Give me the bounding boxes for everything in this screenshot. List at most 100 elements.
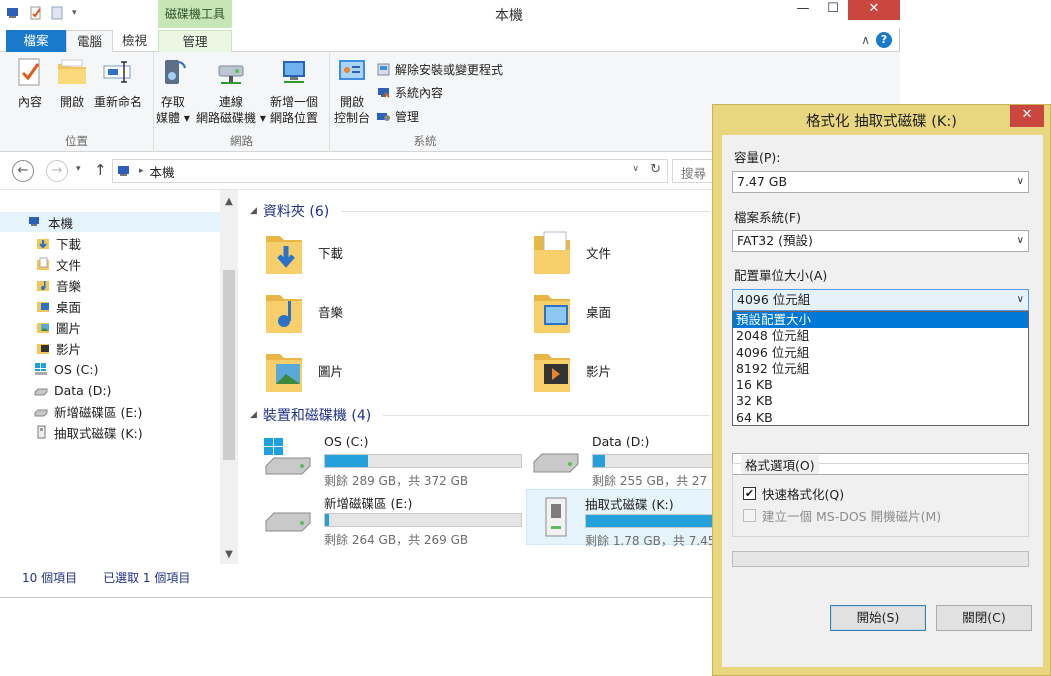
folder-videos[interactable]: 影片: [532, 346, 611, 394]
manage-icon: [377, 113, 390, 121]
dropdown-option[interactable]: 16 KB: [733, 377, 1028, 393]
drives-section-header[interactable]: ◢ 裝置和磁碟機 (4): [250, 405, 710, 425]
collapse-ribbon-icon[interactable]: ∧: [861, 33, 870, 47]
computer-icon[interactable]: [6, 6, 22, 20]
tab-manage[interactable]: 管理: [158, 30, 232, 53]
dropdown-option[interactable]: 32 KB: [733, 393, 1028, 409]
videos-folder-icon: [534, 354, 570, 392]
collapse-icon[interactable]: ◢: [250, 206, 257, 216]
media-server-icon: [164, 60, 186, 84]
dropdown-option[interactable]: 64 KB: [733, 410, 1028, 426]
folder-label: 影片: [586, 363, 612, 379]
capacity-select[interactable]: 7.47 GB ∨: [732, 171, 1029, 193]
refresh-icon[interactable]: ↻: [650, 162, 661, 177]
allocation-size-select[interactable]: 4096 位元組 ∨: [732, 289, 1029, 311]
nav-item-videos[interactable]: 影片: [36, 338, 81, 358]
tab-file[interactable]: 檔案: [6, 30, 66, 52]
start-button[interactable]: 開始(S): [830, 605, 926, 631]
manage-button[interactable]: 管理: [376, 108, 419, 125]
maximize-button[interactable]: ☐: [818, 0, 848, 20]
scroll-down-icon[interactable]: ▼: [220, 549, 238, 560]
nav-item-data-d[interactable]: Data (D:): [34, 380, 111, 400]
drive-usage-fill: [586, 515, 712, 527]
dialog-close-action-button[interactable]: 關閉(C): [936, 605, 1032, 631]
folder-documents[interactable]: 文件: [532, 228, 611, 276]
rename-button[interactable]: 重新命名: [94, 56, 142, 110]
nav-item-os-c[interactable]: OS (C:): [34, 359, 98, 379]
drive-volume-e[interactable]: 新增磁碟區 (E:) 剩餘 264 GB，共 269 GB: [248, 489, 522, 547]
access-media-button[interactable]: 存取 媒體 ▾: [156, 56, 190, 126]
address-bar[interactable]: ▸ 本機 ∨ ↻: [112, 159, 668, 183]
drive-usage-fill: [593, 455, 605, 467]
system-properties-button[interactable]: 系統內容: [376, 84, 443, 101]
tab-computer[interactable]: 電腦: [66, 30, 114, 53]
nav-item-removable-k[interactable]: 抽取式磁碟 (K:): [34, 422, 143, 442]
help-icon[interactable]: ?: [876, 32, 892, 48]
folder-music[interactable]: 音樂: [264, 287, 343, 335]
msdos-boot-checkbox[interactable]: 建立一個 MS-DOS 開機磁片(M): [743, 506, 941, 525]
open-button[interactable]: 開啟: [56, 56, 88, 110]
nav-label: 文件: [56, 257, 82, 273]
map-network-drive-button[interactable]: 連線 網路磁碟機 ▾: [196, 56, 266, 126]
drive-data-d[interactable]: Data (D:) 剩餘 255 GB，共 27: [516, 430, 712, 488]
scroll-up-icon[interactable]: ▲: [220, 196, 238, 207]
add-location-label-1: 新增一個: [270, 95, 319, 109]
map-drive-label-2-text: 網路磁碟機: [196, 111, 257, 125]
properties-icon[interactable]: [28, 6, 44, 20]
nav-item-downloads[interactable]: 下載: [36, 233, 81, 253]
properties-button[interactable]: 內容: [14, 56, 46, 110]
new-folder-icon[interactable]: [50, 6, 66, 20]
nav-label: 影片: [56, 341, 82, 357]
nav-item-documents[interactable]: 文件: [36, 254, 81, 274]
nav-item-this-pc[interactable]: 本機: [0, 212, 220, 232]
dropdown-option[interactable]: 8192 位元組: [733, 361, 1028, 377]
address-dropdown-icon[interactable]: ∨: [632, 164, 639, 174]
uninstall-program-button[interactable]: 解除安裝或變更程式: [376, 61, 503, 78]
network-group: 存取 媒體 ▾ 連線 網路磁碟機 ▾ 新增一個 網路位置 網路: [154, 52, 330, 152]
folder-downloads[interactable]: 下載: [264, 228, 343, 276]
add-network-location-button[interactable]: 新增一個 網路位置: [270, 56, 318, 126]
nav-item-music[interactable]: 音樂: [36, 275, 81, 295]
navigation-scrollbar[interactable]: ▲ ▼: [220, 190, 238, 564]
dialog-close-button[interactable]: ✕: [1010, 105, 1044, 127]
folder-desktop[interactable]: 桌面: [532, 287, 611, 335]
chevron-down-icon: ∨: [1016, 176, 1024, 187]
section-divider: [341, 210, 710, 212]
collapse-icon[interactable]: ◢: [250, 410, 257, 420]
network-location-icon: [283, 61, 305, 83]
open-control-panel-button[interactable]: 開啟 控制台: [334, 56, 370, 126]
forward-button[interactable]: →: [46, 160, 68, 182]
folder-label: 桌面: [586, 304, 612, 320]
close-button[interactable]: ✕: [848, 0, 900, 20]
file-system-select[interactable]: FAT32 (預設) ∨: [732, 230, 1029, 252]
up-button[interactable]: ↑: [94, 161, 107, 179]
minimize-button[interactable]: —: [788, 0, 818, 20]
nav-label: 下載: [56, 236, 82, 252]
dropdown-option[interactable]: 預設配置大小: [733, 312, 1028, 329]
drive-usage-bar: [592, 454, 712, 468]
dropdown-option[interactable]: 2048 位元組: [733, 328, 1028, 344]
folders-section-header[interactable]: ◢ 資料夾 (6): [250, 201, 710, 221]
scrollbar-thumb[interactable]: [223, 270, 235, 460]
breadcrumb[interactable]: 本機: [150, 162, 175, 181]
quick-format-checkbox[interactable]: ✔ 快速格式化(Q): [743, 484, 844, 503]
nav-item-desktop[interactable]: 桌面: [36, 296, 81, 316]
folder-pictures[interactable]: 圖片: [264, 346, 343, 394]
customize-qat-icon[interactable]: ▾: [72, 8, 77, 18]
selected-count: 已選取 1 個項目: [103, 570, 191, 585]
back-button[interactable]: ←: [12, 160, 34, 182]
drive-space: 剩餘 264 GB，共 269 GB: [324, 533, 469, 547]
dropdown-option[interactable]: 4096 位元組: [733, 345, 1028, 361]
recent-locations-icon[interactable]: ▾: [76, 164, 81, 174]
access-media-label-2: 媒體 ▾: [156, 111, 190, 125]
tab-view[interactable]: 檢視: [112, 30, 157, 52]
nav-item-pictures[interactable]: 圖片: [36, 317, 81, 337]
drive-removable-k[interactable]: 抽取式磁碟 (K:) 剩餘 1.78 GB，共 7.45: [526, 489, 712, 548]
drive-space: 剩餘 289 GB，共 372 GB: [324, 474, 469, 488]
folder-label: 圖片: [318, 363, 344, 379]
nav-item-volume-e[interactable]: 新增磁碟區 (E:): [34, 401, 142, 421]
videos-folder-icon: [37, 344, 49, 354]
drive-os-c[interactable]: OS (C:) 剩餘 289 GB，共 372 GB: [248, 430, 522, 488]
nav-label: 音樂: [56, 278, 82, 294]
downloads-folder-icon: [266, 236, 302, 274]
